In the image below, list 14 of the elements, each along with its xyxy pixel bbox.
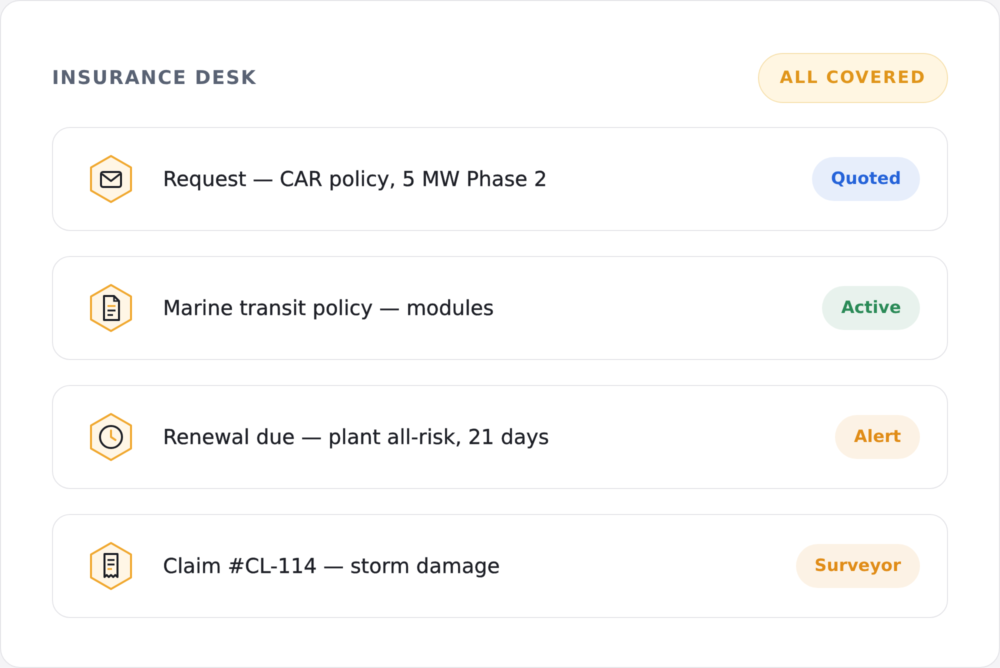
status-badge: Alert xyxy=(834,415,920,459)
status-badge: Quoted xyxy=(812,157,920,201)
status-badge: Surveyor xyxy=(796,544,920,588)
panel-title: INSURANCE DESK xyxy=(52,67,257,89)
clock-icon xyxy=(89,413,133,461)
coverage-badge: ALL COVERED xyxy=(758,53,948,103)
receipt-icon xyxy=(89,542,133,590)
item-title: Renewal due — plant all-risk, 21 days xyxy=(163,425,550,449)
status-badge: Active xyxy=(822,286,920,330)
item-title: Marine transit policy — modules xyxy=(163,296,495,320)
envelope-icon xyxy=(89,155,133,203)
document-icon xyxy=(89,284,133,332)
item-title: Request — CAR policy, 5 MW Phase 2 xyxy=(163,167,548,191)
item-title: Claim #CL-114 — storm damage xyxy=(163,554,501,578)
